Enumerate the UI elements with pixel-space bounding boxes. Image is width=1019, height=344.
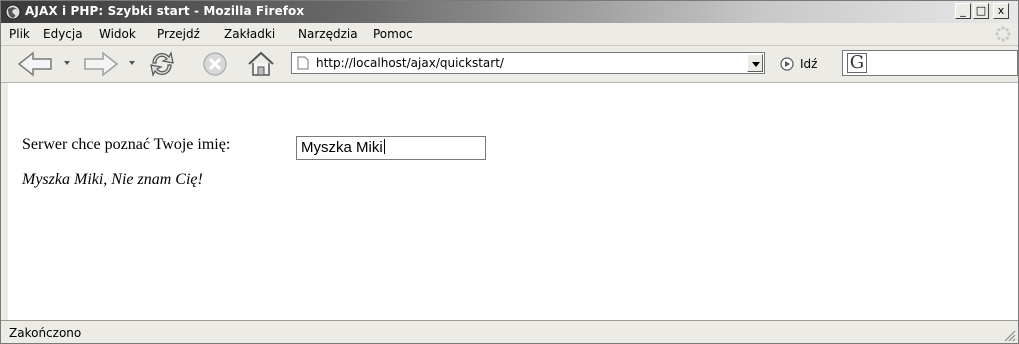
text-caret bbox=[383, 139, 385, 154]
url-history-dropdown[interactable] bbox=[747, 54, 763, 72]
window-title: AJAX i PHP: Szybki start - Mozilla Firef… bbox=[25, 4, 305, 18]
reload-icon[interactable] bbox=[145, 49, 179, 79]
server-response: Myszka Miki, Nie znam Cię! bbox=[22, 171, 203, 188]
menu-tools[interactable]: Narzędzia bbox=[298, 27, 358, 41]
stop-icon[interactable] bbox=[199, 49, 231, 79]
status-text: Zakończono bbox=[9, 326, 82, 340]
menu-help[interactable]: Pomoc bbox=[373, 27, 413, 41]
forward-history-dropdown[interactable] bbox=[129, 61, 135, 65]
throbber-icon bbox=[995, 26, 1011, 42]
minimize-button[interactable]: _ bbox=[955, 3, 971, 19]
go-button[interactable]: Idź bbox=[800, 57, 817, 71]
name-prompt: Serwer chce poznać Twoje imię: bbox=[22, 136, 231, 153]
menu-go[interactable]: Przejdź bbox=[157, 27, 200, 41]
navigation-toolbar: http://localhost/ajax/quickstart/ Idź G bbox=[1, 46, 1018, 83]
name-input[interactable]: Myszka Miki bbox=[296, 136, 486, 160]
back-history-dropdown[interactable] bbox=[64, 61, 70, 65]
browser-window: AJAX i PHP: Szybki start - Mozilla Firef… bbox=[0, 0, 1019, 344]
url-text[interactable]: http://localhost/ajax/quickstart/ bbox=[316, 56, 504, 70]
title-bar[interactable]: AJAX i PHP: Szybki start - Mozilla Firef… bbox=[1, 1, 1018, 23]
page-content: Serwer chce poznać Twoje imię: Myszka Mi… bbox=[1, 83, 1018, 321]
address-bar[interactable]: http://localhost/ajax/quickstart/ bbox=[291, 52, 765, 74]
menu-view[interactable]: Widok bbox=[99, 27, 136, 41]
home-icon[interactable] bbox=[244, 49, 278, 79]
menu-edit[interactable]: Edycja bbox=[43, 27, 83, 41]
name-input-value: Myszka Miki bbox=[301, 139, 383, 156]
menu-file[interactable]: Plik bbox=[9, 27, 30, 41]
firefox-icon bbox=[5, 4, 21, 20]
search-field[interactable]: G bbox=[842, 50, 1018, 76]
back-icon[interactable] bbox=[15, 49, 55, 79]
resize-grip-icon[interactable] bbox=[1002, 328, 1016, 342]
maximize-button[interactable]: □ bbox=[973, 3, 989, 19]
menu-bar: Plik Edycja Widok Przejdź Zakładki Narzę… bbox=[1, 23, 1018, 46]
search-engine-icon[interactable]: G bbox=[847, 53, 867, 73]
menu-bookmarks[interactable]: Zakładki bbox=[224, 27, 275, 41]
forward-icon[interactable] bbox=[81, 49, 121, 79]
page-icon bbox=[297, 56, 309, 70]
go-icon[interactable] bbox=[780, 57, 794, 71]
close-button[interactable]: x bbox=[993, 3, 1009, 19]
status-bar: Zakończono bbox=[1, 320, 1018, 343]
